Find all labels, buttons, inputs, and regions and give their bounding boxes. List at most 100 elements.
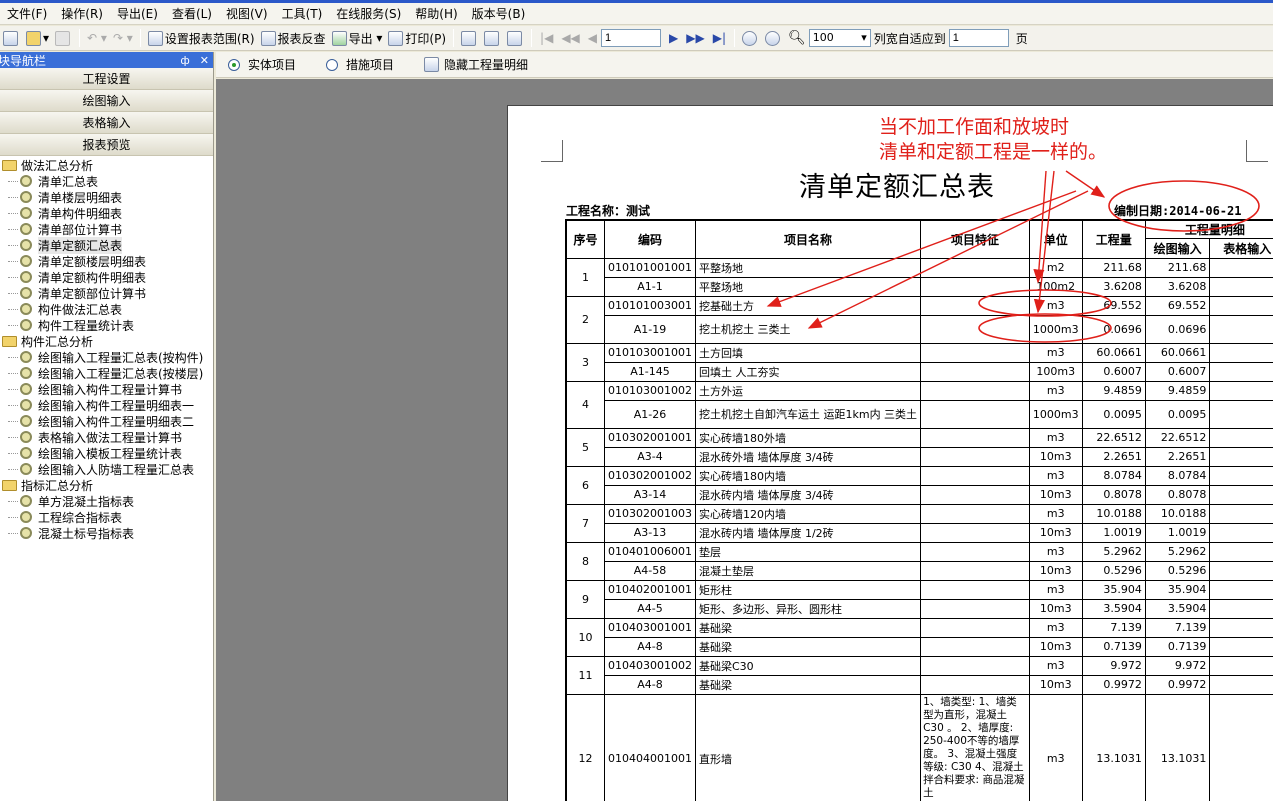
tree-item[interactable]: 构件做法汇总表 — [0, 301, 213, 317]
new-button[interactable] — [0, 27, 23, 49]
nav-report-preview[interactable]: 报表预览 — [0, 134, 213, 156]
report-gear-icon — [20, 255, 32, 267]
nav-table-input[interactable]: 表格输入 — [0, 112, 213, 134]
next-fast-icon[interactable]: ▶▶ — [682, 31, 708, 45]
tree-item[interactable]: 绘图输入构件工程量明细表一 — [0, 397, 213, 413]
page-number-input[interactable] — [601, 29, 662, 47]
tree-item[interactable]: 清单部位计算书 — [0, 221, 213, 237]
cell-qty: 0.9972 — [1081, 674, 1146, 695]
undo-button[interactable]: ↶ ▾ — [84, 27, 110, 49]
menu-help[interactable]: 帮助(H) — [408, 5, 464, 22]
export-icon — [331, 30, 347, 46]
cell-feature — [920, 484, 1030, 505]
menu-operate[interactable]: 操作(R) — [54, 5, 110, 22]
zoom-button[interactable]: 🔍︎ — [785, 27, 809, 49]
tree-item[interactable]: 工程综合指标表 — [0, 509, 213, 525]
separator — [734, 29, 735, 47]
tree-group[interactable]: 构件汇总分析 — [0, 333, 213, 349]
report-gear-icon — [20, 383, 32, 395]
cell-seq: 2 — [565, 295, 605, 344]
tree-group[interactable]: 做法汇总分析 — [0, 157, 213, 173]
table-row: A3-14混水砖内墙 墙体厚度 3/4砖10m30.80780.80780 — [566, 484, 1273, 505]
two-page-button[interactable] — [481, 27, 504, 49]
nav-drawing-input[interactable]: 绘图输入 — [0, 90, 213, 112]
cell-draw: 9.4859 — [1144, 380, 1211, 401]
cell-code: 010404001001 — [604, 693, 696, 801]
reverse-check-button[interactable]: 报表反查 — [258, 27, 329, 49]
menu-version[interactable]: 版本号(B) — [465, 5, 533, 22]
tree-item[interactable]: 绘图输入工程量汇总表(按楼层) — [0, 365, 213, 381]
multi-page-button[interactable] — [504, 27, 527, 49]
cell-name: 混水砖外墙 墙体厚度 3/4砖 — [694, 446, 922, 467]
cell-seq: 1 — [565, 257, 605, 297]
save-button[interactable] — [52, 27, 75, 49]
tree-item[interactable]: 清单定额楼层明细表 — [0, 253, 213, 269]
cell-feature — [920, 276, 1030, 297]
tree-item[interactable]: 绘图输入构件工程量明细表二 — [0, 413, 213, 429]
cell-unit: 10m3 — [1028, 598, 1083, 619]
cell-draw: 0.9972 — [1144, 674, 1211, 695]
cell-feature — [920, 342, 1030, 363]
separator — [139, 29, 141, 47]
cell-qty: 35.904 — [1081, 579, 1146, 600]
tree-item[interactable]: 绘图输入构件工程量计算书 — [0, 381, 213, 397]
pin-icon[interactable]: ф — [180, 54, 189, 67]
hide-detail-button[interactable]: 隐藏工程量明细 — [424, 56, 528, 73]
prev-fast-icon[interactable]: ◀◀ — [557, 31, 583, 45]
tree-item[interactable]: 表格输入做法工程量计算书 — [0, 429, 213, 445]
tree-item[interactable]: 清单定额构件明细表 — [0, 269, 213, 285]
tree-item[interactable]: 构件工程量统计表 — [0, 317, 213, 333]
entity-items-radio[interactable]: 实体项目 — [228, 56, 296, 73]
last-page-icon[interactable]: ▶| — [709, 31, 730, 45]
tree-connector — [8, 421, 18, 422]
fit-page-input[interactable] — [948, 29, 1009, 47]
single-page-button[interactable] — [458, 27, 481, 49]
zoom-select[interactable]: 100 ▾ — [808, 29, 871, 47]
report-gear-icon — [20, 463, 32, 475]
tree-item[interactable]: 清单定额汇总表 — [0, 236, 213, 254]
report-gear-icon — [20, 319, 32, 331]
measure-items-radio[interactable]: 措施项目 — [326, 56, 394, 73]
nav-project-settings[interactable]: 工程设置 — [0, 68, 213, 90]
print-button[interactable]: 打印(P) — [385, 27, 449, 49]
menu-online[interactable]: 在线服务(S) — [329, 5, 408, 22]
prev-page-icon[interactable]: ◀ — [584, 31, 601, 45]
first-page-icon[interactable]: |◀ — [536, 31, 557, 45]
tree-item-label: 绘图输入人防墙工程量汇总表 — [38, 462, 195, 477]
tree-item[interactable]: 清单汇总表 — [0, 173, 213, 189]
tree-group[interactable]: 指标汇总分析 — [0, 477, 213, 493]
cell-feature — [920, 579, 1030, 600]
table-row: A1-1平整场地100m23.62083.62080 — [566, 276, 1273, 297]
tree-item[interactable]: 混凝土标号指标表 — [0, 525, 213, 541]
cell-name: 土方回填 — [694, 342, 922, 363]
tree-item[interactable]: 绘图输入模板工程量统计表 — [0, 445, 213, 461]
cell-qty: 9.972 — [1081, 655, 1146, 676]
tree-item[interactable]: 绘图输入人防墙工程量汇总表 — [0, 461, 213, 477]
report-viewer[interactable]: 清单定额汇总表 工程名称：测试 编制日期:2014-06-21 序号 编码 项目… — [216, 79, 1273, 801]
cell-code: 010402001001 — [604, 579, 696, 600]
redo-button[interactable]: ↷ ▾ — [110, 27, 136, 49]
tree-item[interactable]: 单方混凝土指标表 — [0, 493, 213, 509]
menu-export[interactable]: 导出(E) — [110, 5, 165, 22]
export-button[interactable]: 导出 ▾ — [329, 27, 386, 49]
menu-file[interactable]: 文件(F) — [0, 5, 54, 22]
menu-view-l[interactable]: 查看(L) — [165, 5, 219, 22]
tree-item[interactable]: 清单楼层明细表 — [0, 189, 213, 205]
menu-view[interactable]: 视图(V) — [219, 5, 275, 22]
menu-tools[interactable]: 工具(T) — [275, 5, 330, 22]
cell-seq: 10 — [565, 617, 605, 657]
next-page-icon[interactable]: ▶ — [665, 31, 682, 45]
open-button[interactable]: ▾ — [23, 27, 52, 49]
tree-connector — [8, 517, 18, 518]
table-row: A3-4混水砖外墙 墙体厚度 3/4砖10m32.26512.26510 — [566, 446, 1273, 467]
folder-icon — [2, 479, 17, 491]
zoom-in-button[interactable] — [739, 27, 762, 49]
tree-item[interactable]: 绘图输入工程量汇总表(按构件) — [0, 349, 213, 365]
close-icon[interactable]: ✕ — [200, 54, 209, 67]
set-range-button[interactable]: 设置报表范围(R) — [145, 27, 258, 49]
cell-name: 回填土 人工夯实 — [694, 361, 922, 382]
tree-item[interactable]: 清单定额部位计算书 — [0, 285, 213, 301]
cell-name: 实心砖墙180内墙 — [694, 465, 922, 486]
zoom-out-button[interactable] — [762, 27, 785, 49]
tree-item[interactable]: 清单构件明细表 — [0, 205, 213, 221]
